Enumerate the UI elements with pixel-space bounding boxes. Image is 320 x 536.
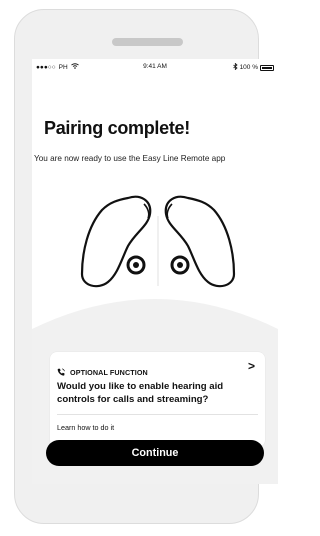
continue-button[interactable]: Continue [46, 440, 264, 466]
app-screen: ●●●○○ PH 9:41 AM 100 % Pairing complete!… [32, 59, 278, 484]
optional-function-card[interactable]: OPTIONAL FUNCTION > Would you like to en… [50, 352, 265, 447]
phone-speaker [112, 38, 183, 46]
battery-icon [260, 64, 274, 71]
page-subtitle: You are now ready to use the Easy Line R… [34, 154, 226, 163]
card-label: OPTIONAL FUNCTION [70, 367, 148, 377]
page-title: Pairing complete! [44, 118, 190, 138]
battery-percent: 100 % [239, 64, 258, 71]
status-bar: ●●●○○ PH 9:41 AM 100 % [32, 59, 278, 75]
learn-how-link[interactable]: Learn how to do it [57, 423, 114, 432]
bluetooth-icon [232, 62, 238, 72]
card-question: Would you like to enable hearing aid con… [57, 381, 224, 405]
card-divider [57, 414, 258, 415]
chevron-right-icon[interactable]: > [248, 359, 255, 373]
phone-icon [57, 363, 65, 381]
